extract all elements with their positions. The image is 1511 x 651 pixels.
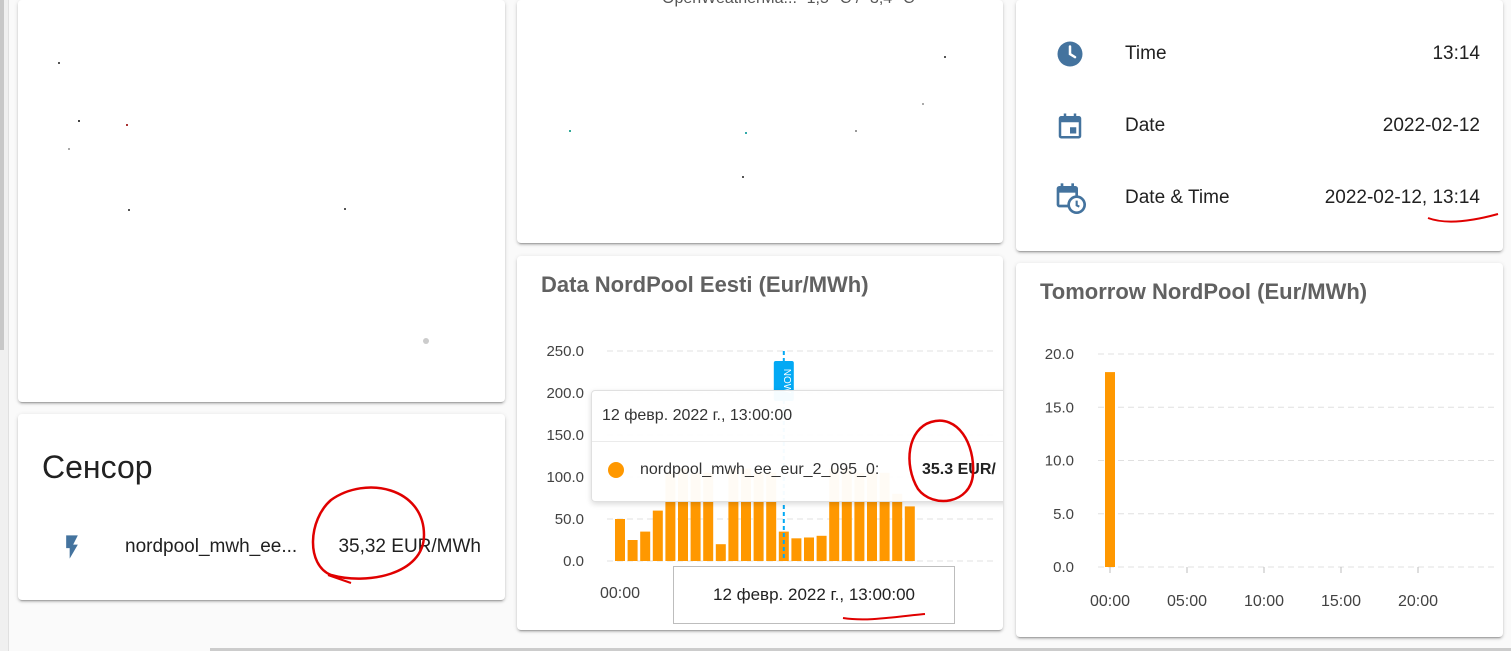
y-tick-label: 100.0: [546, 469, 584, 486]
sensor-entity-name[interactable]: nordpool_mwh_ee...: [125, 536, 297, 558]
y-tick-label: 20.0: [1045, 346, 1074, 363]
y-tick-label: 250.0: [546, 343, 584, 360]
x-tick-label: 05:00: [1167, 593, 1207, 610]
x-axis-tooltip: 12 февр. 2022 г., 13:00:00: [673, 566, 955, 624]
tooltip-series-value: 35.3 EUR/: [922, 461, 996, 478]
time-date-card[interactable]: Time 13:14 Date 2022-02-12 Date & Time 2…: [1016, 0, 1503, 251]
sensor-entity-value: 35,32 EUR/MWh: [338, 536, 481, 557]
series-color-dot: [608, 462, 624, 478]
bar: [791, 538, 802, 561]
calendar-icon: [1058, 113, 1082, 139]
flash-icon: [66, 535, 78, 559]
weather-card[interactable]: OpenWeatherMa... -1,5 °C / -3,4 °C: [517, 0, 1003, 243]
bar: [804, 537, 814, 561]
y-tick-label: 50.0: [555, 511, 584, 528]
bar: [627, 540, 638, 561]
y-tick-label: 200.0: [546, 385, 584, 402]
time-value: 13:14: [1432, 43, 1480, 64]
nordpool-today-card[interactable]: Data NordPool Eesti (Eur/MWh) 0.0 50.0 100…: [517, 256, 1003, 630]
bar: [892, 493, 903, 561]
x-tick-label: 10:00: [1244, 593, 1284, 610]
x-tick-label: 20:00: [1398, 593, 1438, 610]
calendar-clock-icon: [1056, 183, 1086, 214]
x-tick-label: 15:00: [1321, 593, 1361, 610]
sensor-card[interactable]: Сенсор nordpool_mwh_ee... 35,32 EUR/MWh: [18, 414, 505, 600]
bar: [904, 506, 915, 561]
chart-tooltip: 12 февр. 2022 г., 13:00:00 nordpool_mwh_…: [591, 390, 1003, 502]
weather-summary: OpenWeatherMa... -1,5 °C / -3,4 °C: [662, 0, 915, 8]
scroll-indicator[interactable]: [0, 0, 4, 350]
y-tick-label: 0.0: [1053, 559, 1074, 576]
nordpool-tomorrow-chart[interactable]: 0.0 5.0 10.0 15.0 20.0 00:00 05:00 10:00 15:00 20…: [1016, 263, 1503, 637]
date-value: 2022-02-12: [1382, 115, 1480, 136]
bar: [1105, 372, 1115, 567]
datetime-value: 2022-02-12, 13:14: [1324, 187, 1480, 208]
y-tick-label: 5.0: [1053, 506, 1074, 523]
map-card[interactable]: [18, 0, 505, 402]
datetime-label: Date & Time: [1125, 187, 1230, 208]
y-tick-label: 0.0: [563, 553, 584, 570]
x-tick-label: 00:00: [600, 585, 640, 602]
bar: [615, 519, 625, 561]
time-label: Time: [1125, 43, 1167, 64]
card-title: Сенсор: [42, 449, 153, 485]
annotation-underline: [1427, 213, 1499, 223]
date-label: Date: [1125, 115, 1166, 136]
bar: [640, 531, 651, 561]
y-tick-label: 10.0: [1045, 453, 1074, 470]
nordpool-tomorrow-card[interactable]: Tomorrow NordPool (Eur/MWh) 0.0 5.0 10.0 15…: [1016, 263, 1503, 637]
y-tick-label: 15.0: [1045, 399, 1074, 416]
x-tick-label: 00:00: [1090, 593, 1130, 610]
bar: [816, 535, 827, 561]
clock-icon: [1057, 41, 1083, 67]
tooltip-header: 12 февр. 2022 г., 13:00:00: [602, 407, 793, 424]
y-tick-label: 150.0: [546, 427, 584, 444]
bar: [715, 544, 726, 561]
annotation-circle: [311, 486, 426, 584]
tooltip-series-name: nordpool_mwh_ee_eur_2_095_0:: [640, 461, 880, 478]
bar: [652, 510, 663, 561]
